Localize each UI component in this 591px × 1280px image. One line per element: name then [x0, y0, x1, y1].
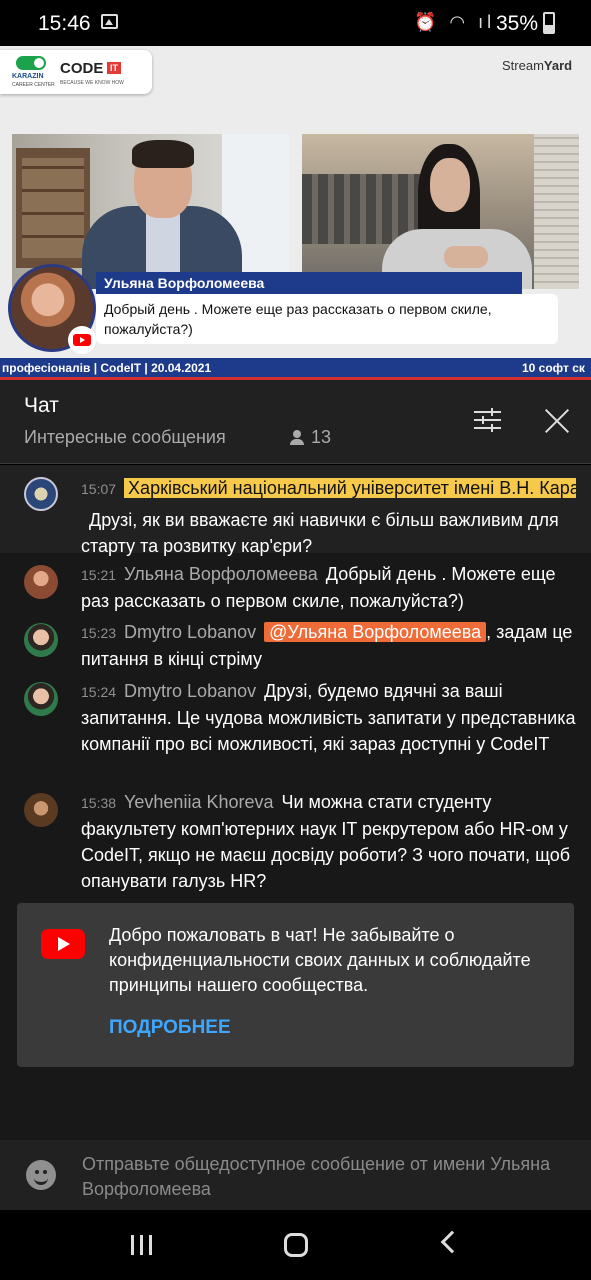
sponsor-logos: KARAZIN CAREER CENTER CODE IT BECAUSE WE…: [0, 50, 152, 94]
message-author[interactable]: Yevheniia Khoreva: [124, 792, 273, 812]
streamyard-bold: Yard: [543, 58, 573, 73]
emoji-icon[interactable]: [26, 1160, 56, 1190]
user-avatar[interactable]: [24, 682, 58, 716]
message-time: 15:23: [81, 625, 117, 641]
gallery-notification-icon: [101, 14, 118, 29]
android-nav-bar: [0, 1210, 591, 1280]
home-icon[interactable]: [284, 1233, 308, 1257]
message-time: 15:38: [81, 795, 117, 811]
karazin-logo-text: KARAZIN: [12, 73, 44, 80]
chat-filter-icon[interactable]: [474, 408, 501, 432]
status-bar: 15:46 ⏰ ◠ ıl 35%: [0, 0, 591, 46]
welcome-card: Добро пожаловать в чат! Не забывайте о к…: [17, 903, 574, 1067]
viewer-count: 13: [311, 427, 332, 447]
chat-header: Чат Интересные сообщения 13: [0, 380, 591, 464]
youtube-logo-icon: [41, 929, 85, 959]
chat-input-bar[interactable]: Отправьте общедоступное сообщение от име…: [0, 1140, 591, 1210]
message-time: 15:24: [81, 684, 117, 700]
status-time: 15:46: [38, 12, 91, 35]
user-avatar[interactable]: [24, 623, 58, 657]
battery-icon: [543, 12, 555, 34]
featured-comment-author: Ульяна Ворфоломеева: [96, 272, 522, 296]
youtube-badge-icon: [68, 326, 96, 354]
mention-tag[interactable]: @Ульяна Ворфоломеева: [264, 622, 487, 642]
message-author[interactable]: Ульяна Ворфоломеева: [124, 564, 318, 584]
video-player[interactable]: KARAZIN CAREER CENTER CODE IT BECAUSE WE…: [0, 46, 591, 380]
chat-input[interactable]: Отправьте общедоступное сообщение от име…: [82, 1152, 562, 1202]
message-time: 15:21: [81, 567, 117, 583]
user-avatar[interactable]: [24, 793, 58, 827]
featured-author-name: Ульяна Ворфоломеева: [104, 275, 265, 291]
close-chat-icon[interactable]: [544, 408, 570, 434]
alarm-wifi-signal-icons: ⏰ ◠ ıl: [414, 12, 496, 32]
user-avatar[interactable]: [24, 477, 58, 511]
message-author[interactable]: Dmytro Lobanov: [124, 681, 256, 701]
codeit-logo-text: CODE: [60, 60, 104, 77]
ticker-text-right: 10 софт ск: [522, 361, 585, 375]
codeit-logo-badge: IT: [107, 62, 121, 74]
lower-third-ticker: професіоналів | CodeIT | 20.04.2021 10 с…: [0, 358, 591, 380]
battery-percent: 35%: [496, 12, 539, 35]
karazin-logo-icon: [16, 56, 46, 70]
welcome-text: Добро пожаловать в чат! Не забывайте о к…: [109, 925, 531, 995]
back-icon[interactable]: [440, 1230, 464, 1254]
recent-apps-icon[interactable]: [131, 1235, 153, 1255]
learn-more-link[interactable]: ПОДРОБНЕЕ: [109, 1017, 231, 1039]
streamyard-prefix: Stream: [502, 58, 544, 73]
message-text: Друзі, як ви вважаєте які навички є біль…: [81, 510, 559, 556]
speaker-video-right: [302, 134, 579, 289]
chat-title: Чат: [24, 394, 59, 417]
viewers-icon: [290, 430, 304, 445]
featured-message-text: Добрый день . Можете еще раз рассказать …: [104, 301, 492, 337]
user-avatar[interactable]: [24, 565, 58, 599]
ticker-text-left: професіоналів | CodeIT | 20.04.2021: [2, 361, 212, 375]
chat-mode-selector[interactable]: Интересные сообщения: [24, 427, 226, 448]
message-author[interactable]: Dmytro Lobanov: [124, 622, 256, 642]
codeit-tagline: BECAUSE WE KNOW HOW: [60, 80, 124, 86]
chat-messages[interactable]: 15:07 Харківський національний університе…: [0, 465, 591, 1140]
streamyard-watermark: StreamYard: [502, 58, 572, 73]
message-author-owner[interactable]: Харківський національний університет іме…: [124, 478, 576, 498]
message-time: 15:07: [81, 481, 117, 497]
career-center-text: CAREER CENTER: [12, 82, 55, 88]
featured-comment-message: Добрый день . Можете еще раз рассказать …: [96, 294, 558, 344]
